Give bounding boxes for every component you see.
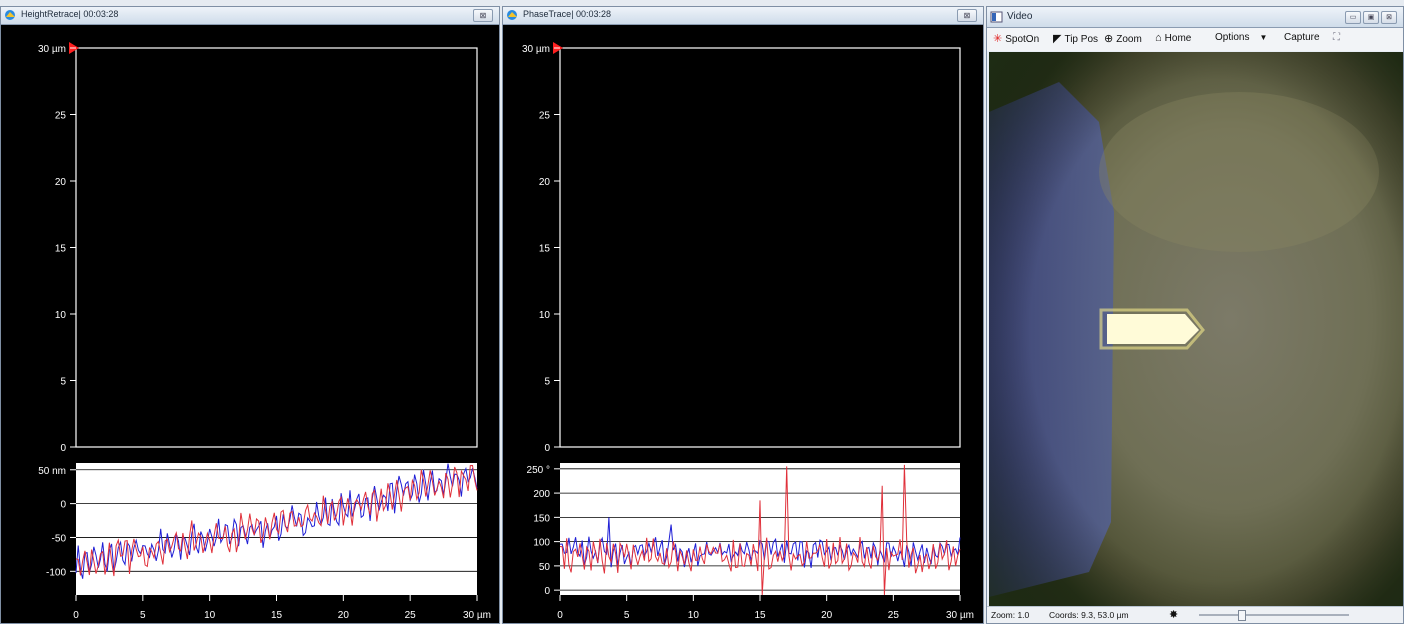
phase-window-titlebar[interactable]: PhaseTrace| 00:03:28 ⊠	[503, 7, 983, 25]
tip-highlight	[1107, 314, 1199, 344]
phase-image-y-tick-label: 5	[544, 377, 550, 388]
height-x-tick-label: 5	[140, 610, 146, 621]
minimize-button[interactable]: ▭	[1345, 11, 1361, 24]
phase-profile-y-tick-label: 250 °	[527, 465, 550, 476]
home-button[interactable]: ⌂ Home	[1155, 32, 1191, 44]
height-profile-y-tick-label: 0	[60, 500, 66, 511]
phase-x-tick-label: 15	[754, 610, 766, 621]
height-retrace-window[interactable]: HeightRetrace| 00:03:28 ⊠ 30 µm 25 20 15 10 5…	[0, 6, 500, 624]
brightness-icon: ✸	[1169, 609, 1179, 621]
maximize-button[interactable]: ▣	[1363, 11, 1379, 24]
phase-image-y-tick-label: 25	[539, 111, 551, 122]
height-x-tick-label: 10	[204, 610, 216, 621]
video-window[interactable]: Video ▭ ▣ ⊠ ✳ SpotOn ◤ Tip Pos ⊕ Zoom ⌂ Home…	[986, 6, 1404, 624]
phase-image-frame	[559, 47, 961, 448]
phase-profile-panel	[560, 463, 960, 595]
phase-window-close-button[interactable]: ⊠	[957, 9, 977, 22]
capture-button[interactable]: Capture	[1284, 32, 1320, 43]
phase-image-y-tick-label: 20	[539, 177, 551, 188]
phase-x-tick-label: 5	[624, 610, 630, 621]
height-image-y-tick-label: 15	[55, 244, 67, 255]
video-window-title: Video	[1007, 11, 1033, 22]
height-profile-y-tick-label: 50 nm	[38, 466, 66, 477]
phase-x-tick-label: 25	[888, 610, 900, 621]
phase-profile-y-tick-label: 50	[539, 562, 551, 573]
phase-image-y-tick-label: 10	[539, 310, 551, 321]
height-x-tick-label: 20	[338, 610, 350, 621]
height-plot-area: 30 µm 25 20 15 10 5 0 50 nm 0 -50 -100 0 5 10 15 20 25 30…	[38, 42, 491, 621]
height-image-frame	[75, 47, 478, 448]
height-image-y-tick-label: 10	[55, 310, 67, 321]
phase-x-tick-label: 30 µm	[946, 610, 974, 621]
app-logo-icon	[507, 10, 517, 20]
height-image-y-tick-label: 5	[60, 377, 66, 388]
phase-profile-y-tick-label: 200	[533, 489, 550, 500]
app-logo-icon	[5, 10, 15, 20]
magnifier-icon: ⊕	[1104, 33, 1114, 45]
phase-profile-y-tick-label: 0	[544, 586, 550, 597]
video-window-titlebar[interactable]: Video ▭ ▣ ⊠	[987, 7, 1403, 28]
phase-trace-window[interactable]: PhaseTrace| 00:03:28 ⊠ 30 µm 25 20 15 10 5 0 25…	[502, 6, 984, 624]
height-image-y-tick-label: 0	[60, 443, 66, 454]
height-window-close-button[interactable]: ⊠	[473, 9, 493, 22]
height-image-y-tick-label: 20	[55, 177, 67, 188]
options-menu[interactable]: Options ▼	[1215, 32, 1267, 43]
height-x-tick-label: 25	[405, 610, 417, 621]
spoton-button[interactable]: ✳ SpotOn	[993, 32, 1039, 45]
phase-x-tick-label: 10	[688, 610, 700, 621]
height-x-tick-label: 30 µm	[463, 610, 491, 621]
phase-plot-area: 30 µm2520151050250 °2001501005000 5 10 15 20…	[522, 42, 974, 621]
slider-thumb[interactable]	[1238, 610, 1246, 621]
spoton-icon: ✳	[993, 33, 1003, 45]
video-window-icon	[990, 11, 1003, 23]
phase-image-y-tick-label: 0	[544, 443, 550, 454]
height-profile-y-tick-label: -50	[52, 533, 67, 544]
phase-image-y-tick-label: 30 µm	[522, 44, 550, 55]
video-feed[interactable]	[989, 52, 1403, 609]
zoom-level: Zoom: 1.0	[991, 610, 1030, 620]
video-statusbar: Zoom: 1.0 Coords: 9.3, 53.0 µm ✸	[987, 606, 1403, 623]
dropdown-arrow-icon: ▼	[1259, 33, 1268, 42]
height-window-titlebar[interactable]: HeightRetrace| 00:03:28 ⊠	[1, 7, 499, 25]
video-image	[989, 52, 1403, 609]
height-x-tick-label: 0	[73, 610, 79, 621]
fullscreen-icon[interactable]: ⛶	[1333, 32, 1340, 43]
height-window-title: HeightRetrace| 00:03:28	[21, 9, 119, 19]
phase-x-tick-label: 20	[821, 610, 833, 621]
height-profile-y-tick-label: -100	[46, 567, 66, 578]
height-x-tick-label: 15	[271, 610, 283, 621]
brightness-slider[interactable]	[1199, 610, 1349, 621]
tip-pos-icon: ◤	[1053, 33, 1062, 45]
height-image-y-tick-label: 30 µm	[38, 44, 66, 55]
tip-pos-button[interactable]: ◤ Tip Pos	[1053, 32, 1098, 45]
height-image-y-tick-label: 25	[55, 111, 67, 122]
home-icon: ⌂	[1155, 32, 1162, 44]
close-button[interactable]: ⊠	[1381, 11, 1397, 24]
video-toolbar: ✳ SpotOn ◤ Tip Pos ⊕ Zoom ⌂ Home Options ▼ Ca…	[987, 28, 1403, 51]
phase-x-tick-label: 0	[557, 610, 563, 621]
phase-profile-y-tick-label: 150	[533, 513, 550, 524]
coords-readout: Coords: 9.3, 53.0 µm	[1049, 610, 1129, 620]
phase-image-y-tick-label: 15	[539, 244, 551, 255]
phase-profile-y-tick-label: 100	[533, 538, 550, 549]
zoom-button[interactable]: ⊕ Zoom	[1104, 32, 1142, 45]
phase-window-title: PhaseTrace| 00:03:28	[523, 9, 612, 19]
